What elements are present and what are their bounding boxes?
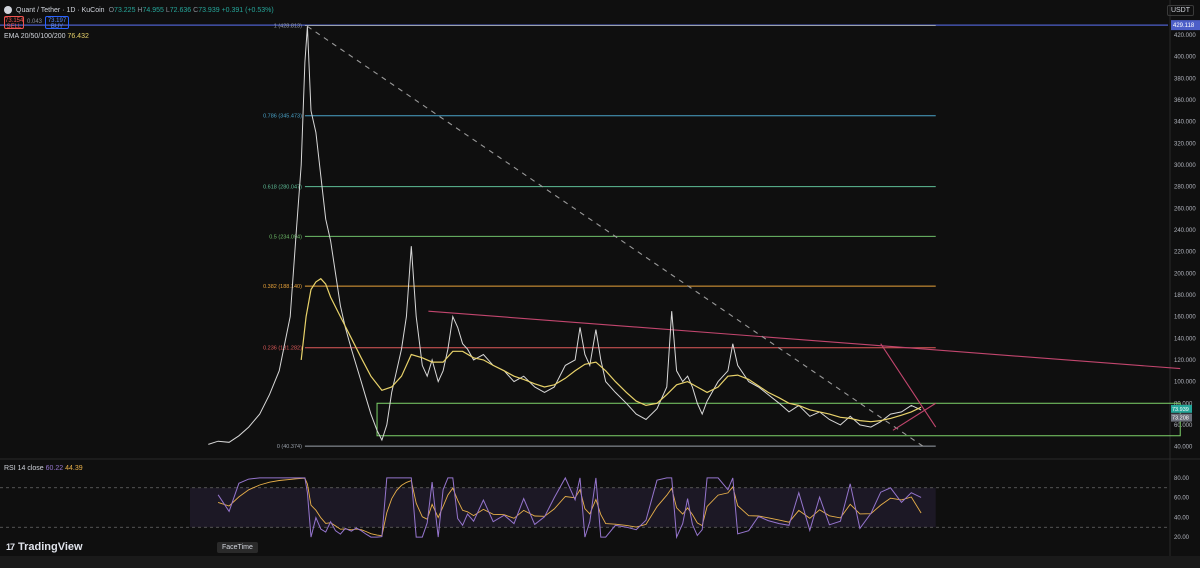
price-badge-label: 73.208 — [1172, 416, 1189, 422]
y-tick-label: 160.000 — [1174, 315, 1196, 321]
fib-level-label: 0.382 (188.140) — [263, 284, 302, 290]
y-tick-label: 300.000 — [1174, 163, 1196, 169]
y-tick-label: 140.000 — [1174, 336, 1196, 342]
spread-value: 0.043 — [27, 19, 43, 25]
tradingview-logo[interactable]: 17 TradingView — [6, 541, 83, 553]
rsi-tick-label: 20.00 — [1174, 535, 1190, 541]
y-tick-label: 280.000 — [1174, 185, 1196, 191]
rsi-tick-label: 80.00 — [1174, 476, 1190, 482]
y-tick-label: 400.000 — [1174, 55, 1196, 61]
y-tick-label: 360.000 — [1174, 98, 1196, 104]
currency-selector[interactable]: USDT — [1166, 5, 1194, 16]
ema-legend-value: 76.432 — [67, 33, 89, 40]
fib-level-label: 1 (428.813) — [274, 23, 302, 29]
top-level-label: 429.118 — [1173, 23, 1195, 29]
rsi-legend[interactable]: RSI 14 close 60.22 44.39 — [4, 465, 83, 472]
fib-level-label: 0.618 (280.047) — [263, 185, 302, 191]
rsi-legend-value: 60.22 — [45, 465, 64, 472]
y-tick-label: 200.000 — [1174, 271, 1196, 277]
y-tick-label: 60.000 — [1174, 423, 1193, 429]
facetime-tooltip: FaceTime — [217, 542, 258, 553]
y-tick-label: 100.000 — [1174, 380, 1196, 386]
fib-level-label: 0.236 (131.282) — [263, 346, 302, 352]
y-tick-label: 260.000 — [1174, 206, 1196, 212]
rsi-band — [190, 487, 936, 528]
tradingview-mark-icon: 17 — [6, 542, 15, 552]
y-tick-label: 340.000 — [1174, 120, 1196, 126]
fib-level-label: 0 (40.374) — [277, 444, 302, 450]
price-badge-label: 73.939 — [1172, 407, 1189, 413]
rsi-legend-label: RSI 14 close — [4, 465, 44, 472]
y-tick-label: 40.000 — [1174, 445, 1193, 451]
fib-level-label: 0.786 (345.473) — [263, 114, 302, 120]
buy-button[interactable]: 73.197 BUY — [45, 15, 70, 30]
sell-button[interactable]: 73.154 SELL — [4, 15, 24, 30]
dock-bar — [0, 556, 1200, 568]
trade-buttons: 73.154 SELL 0.043 73.197 BUY — [4, 15, 70, 30]
symbol-logo-icon — [4, 6, 12, 14]
range-zone — [376, 402, 1181, 437]
rsi-legend-signal: 44.39 — [65, 465, 83, 472]
y-tick-label: 240.000 — [1174, 228, 1196, 234]
ema-legend[interactable]: EMA 20/50/100/200 76.432 — [4, 33, 89, 40]
y-tick-label: 420.000 — [1174, 33, 1196, 39]
fib-level-label: 0.5 (234.094) — [269, 234, 302, 240]
ema-series-line — [300, 277, 922, 423]
ohlc-values: O73.225 H74.955 L72.636 C73.939 +0.391 (… — [108, 6, 274, 14]
y-tick-label: 120.000 — [1174, 358, 1196, 364]
ema-legend-label: EMA 20/50/100/200 — [4, 33, 66, 40]
rsi-tick-label: 40.00 — [1174, 515, 1190, 521]
price-series-line — [208, 26, 922, 445]
y-tick-label: 380.000 — [1174, 76, 1196, 82]
trend-line-wedge-upper — [880, 343, 937, 428]
price-chart[interactable]: 420.000 400.000 380.000 360.000 340.000 320.0… — [0, 0, 1200, 556]
tradingview-wordmark: TradingView — [18, 541, 83, 553]
y-tick-label: 320.000 — [1174, 141, 1196, 147]
symbol-title[interactable]: Quant / Tether · 1D · KuCoin — [16, 7, 105, 14]
y-tick-label: 180.000 — [1174, 293, 1196, 299]
rsi-tick-label: 60.00 — [1174, 496, 1190, 502]
trend-line-descending-resistance — [428, 310, 1181, 370]
y-tick-label: 220.000 — [1174, 250, 1196, 256]
